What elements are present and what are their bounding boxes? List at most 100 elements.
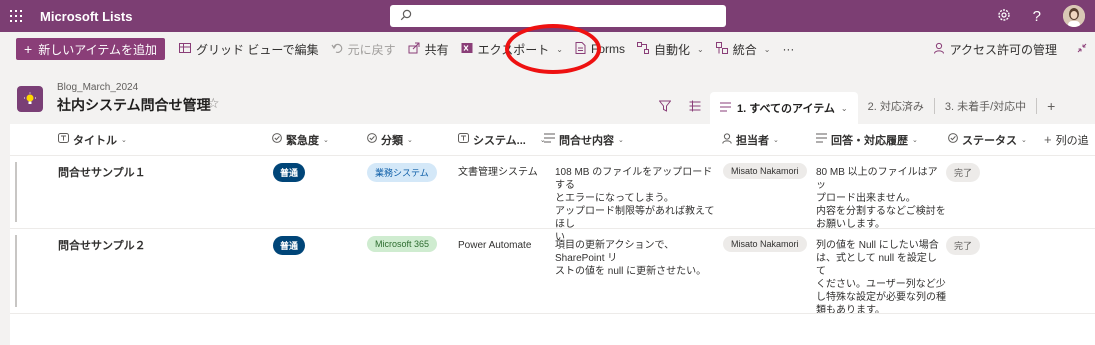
person-icon [933,42,945,57]
view-options-icon[interactable] [680,92,710,120]
favorite-star-icon[interactable]: ☆ [207,95,220,112]
column-header-title[interactable]: タイトル ⌄ [58,124,127,155]
cell-system: Power Automate [458,240,532,251]
list-logo-icon [17,86,43,112]
suite-header: Microsoft Lists ? [0,0,1095,32]
cell-answer-line: ください。ユーザー列など少 [816,279,946,290]
more-button[interactable]: ··· [776,38,800,60]
export-label: エクスポート [477,42,550,57]
column-title-label: タイトル [73,134,117,147]
column-header-assignee[interactable]: 担当者 ⌄ [722,124,779,155]
status-badge: 完了 [946,163,981,182]
chevron-down-icon: ⌄ [697,44,704,54]
avatar[interactable] [1063,5,1085,27]
chevron-down-icon: ⌄ [1021,136,1027,144]
column-answer-label: 回答・対応履歴 [831,134,908,147]
app-launcher-icon[interactable] [0,0,32,32]
search-icon [400,9,412,24]
category-pill: 業務システム [367,163,437,182]
help-icon[interactable]: ? [1033,8,1041,25]
chevron-down-icon: ⌄ [773,136,779,144]
cell-answer-line: 類もあります。 [816,305,885,316]
cell-answer: 列の値を Null にしたい場合 は、式として null を設定して ください。… [816,239,946,317]
person-pill[interactable]: Misato Nakamori [723,236,807,252]
choice-icon [367,133,377,146]
list-view-icon [720,102,731,115]
undo-icon [331,42,343,57]
settings-gear-icon[interactable] [997,8,1011,25]
breadcrumb[interactable]: Blog_March_2024 [57,82,138,93]
chevron-down-icon: ⌄ [912,136,918,144]
integrate-button[interactable]: 統合 ⌄ [710,38,777,60]
urgency-pill: 普通 [273,236,306,255]
access-label: アクセス許可の管理 [949,42,1057,57]
cell-answer: 80 MB 以上のファイルはアッ プロード出来ません。 内容を分割するなどご検討… [816,166,946,231]
form-icon [575,41,586,57]
flow-icon [637,41,649,57]
share-label: 共有 [424,42,449,57]
column-status-label: ステータス [962,134,1017,147]
column-header-content[interactable]: 問合せ内容 ⌄ [544,124,624,155]
cell-content: 項目の更新アクションで、SharePoint リ ストの値を null に更新さ… [555,239,720,278]
chevron-down-icon: ⌄ [121,136,127,144]
column-header-system[interactable]: システム... ⌄ [458,124,546,155]
person-pill[interactable]: Misato Nakamori [723,163,807,179]
multiline-text-icon [816,133,827,146]
command-bar: + 新しいアイテムを追加 グリッド ビューで編集 元に戻す 共有 エクスポート … [0,32,1095,66]
automate-label: 自動化 [654,42,691,57]
chevron-down-icon: ⌄ [840,103,848,113]
app-title[interactable]: Microsoft Lists [40,9,132,24]
chevron-down-icon: ⌄ [407,136,413,144]
list-grid: タイトル ⌄ 緊急度 ⌄ 分類 ⌄ システム... ⌄ 問合せ内容 ⌄ 担当者 … [10,124,1095,345]
access-button[interactable]: アクセス許可の管理 [927,38,1063,60]
column-header-urgency[interactable]: 緊急度 ⌄ [272,124,329,155]
cell-title[interactable]: 問合せサンプル２ [58,240,146,253]
new-item-button[interactable]: + 新しいアイテムを追加 [16,38,165,60]
add-view-button[interactable]: + [1037,92,1065,120]
forms-button[interactable]: Forms [569,38,631,60]
undo-button[interactable]: 元に戻す [325,38,402,60]
filter-icon[interactable] [650,92,680,120]
view-bar: 1. すべてのアイテム ⌄ 2. 対応済み 3. 未着手/対応中 + [650,92,1065,124]
new-item-label: 新しいアイテムを追加 [38,42,157,57]
cell-title[interactable]: 問合せサンプル１ [58,167,146,180]
tab-all-items-label: 1. すべてのアイテム [737,103,835,115]
collapse-icon[interactable] [1077,42,1087,56]
grid-edit-label: グリッド ビューで編集 [196,42,319,57]
row-selector[interactable] [15,162,17,222]
cell-answer-line: し特殊な設定が必要な列の種 [816,292,946,303]
text-field-icon [58,133,69,146]
export-button[interactable]: エクスポート ⌄ [455,38,569,60]
table-row[interactable]: 問合せサンプル２ 普通 Microsoft 365 Power Automate… [10,229,1095,316]
integrate-label: 統合 [732,42,757,57]
add-column-button[interactable]: + 列の追 [1044,124,1095,155]
column-header-status[interactable]: ステータス ⌄ [948,124,1027,155]
cell-content-line: 項目の更新アクションで、SharePoint リ [555,240,675,264]
plus-icon: + [1044,132,1052,147]
search-input[interactable] [390,5,726,27]
column-content-label: 問合せ内容 [559,134,614,147]
cell-answer-line: 80 MB 以上のファイルはアッ [816,167,938,191]
plus-icon: + [24,41,33,57]
chevron-down-icon: ⌄ [323,136,329,144]
chevron-down-icon: ⌄ [556,44,563,54]
automate-button[interactable]: 自動化 ⌄ [631,38,710,60]
status-badge: 完了 [946,236,981,255]
table-row[interactable]: 問合せサンプル１ 普通 業務システム 文書管理システム 108 MB のファイル… [10,156,1095,243]
cell-content-line: とエラーになってしまう。 [555,193,674,204]
choice-icon [272,133,282,146]
column-system-label: システム... [473,134,526,147]
page-title: 社内システム問合せ管理 [57,97,211,113]
integrate-icon [715,41,728,57]
chevron-down-icon: ⌄ [763,44,771,54]
divider [10,313,1095,314]
column-header-answer[interactable]: 回答・対応履歴 ⌄ [816,124,918,155]
tab-done[interactable]: 2. 対応済み [858,92,934,120]
tab-open[interactable]: 3. 未着手/対応中 [935,92,1036,120]
category-pill: Microsoft 365 [367,236,438,252]
share-button[interactable]: 共有 [402,38,455,60]
tab-all-items[interactable]: 1. すべてのアイテム ⌄ [710,92,858,124]
grid-edit-button[interactable]: グリッド ビューで編集 [173,38,325,60]
row-selector[interactable] [15,235,17,307]
column-header-category[interactable]: 分類 ⌄ [367,124,413,155]
